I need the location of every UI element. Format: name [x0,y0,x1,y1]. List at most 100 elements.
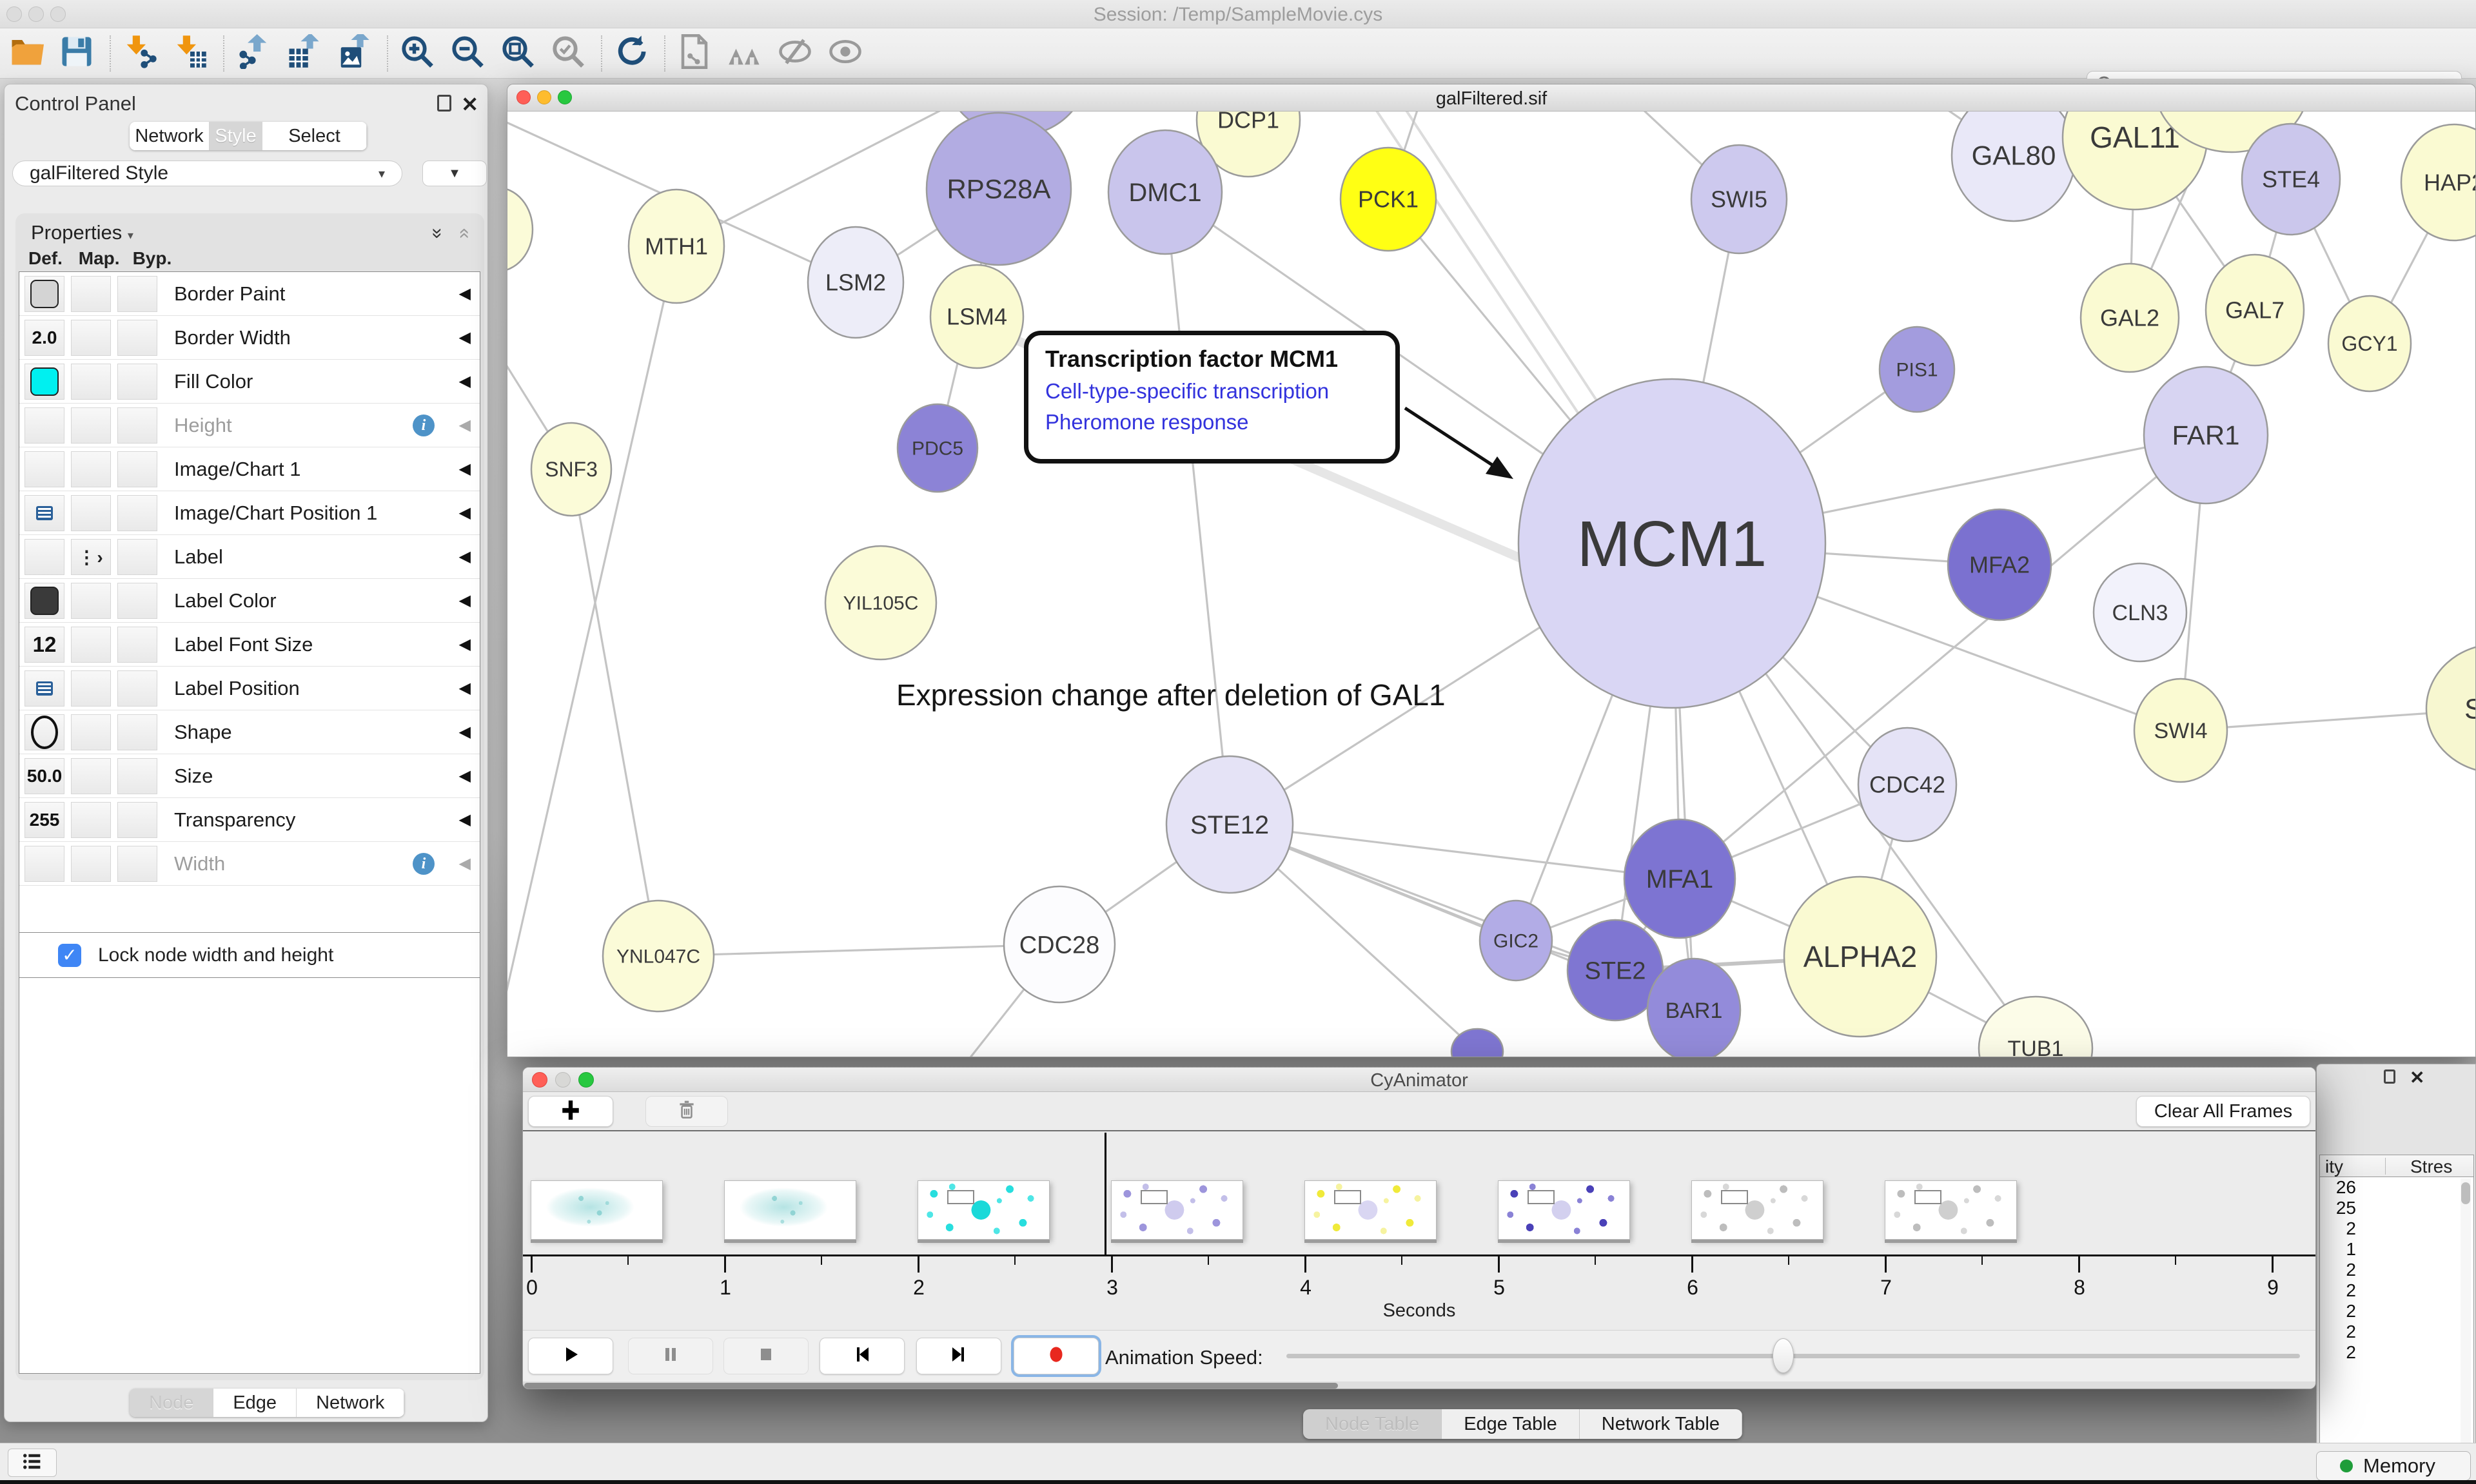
cell-byp[interactable] [117,451,157,487]
node-smallpurple[interactable] [1451,1029,1503,1057]
cell-def[interactable] [25,276,64,312]
cell-map[interactable] [71,364,111,400]
tab-select[interactable]: Select [262,122,367,150]
tab-edge-table[interactable]: Edge Table [1442,1409,1580,1439]
expand-row-icon[interactable]: ◀ [459,579,471,623]
zoom-selected-button[interactable] [548,34,588,73]
collapse-all-icon[interactable]: » [453,228,475,239]
frame-thumbnail-6[interactable] [1691,1180,1823,1240]
expand-row-icon[interactable]: ◀ [459,710,471,754]
cyanimator-titlebar[interactable]: CyAnimator [523,1068,2315,1092]
cell-byp[interactable] [117,802,157,838]
node-leftclip[interactable] [507,188,533,271]
add-frame-button[interactable] [528,1096,613,1127]
tab-network[interactable]: Network [130,122,210,150]
record-button[interactable] [1014,1338,1099,1374]
frame-thumbnail-1[interactable] [724,1180,856,1240]
first-neighbors-button[interactable] [725,34,765,73]
slider-handle[interactable] [1773,1338,1794,1373]
table-row[interactable]: 2 [2320,1342,2454,1363]
cell-byp[interactable] [117,276,157,312]
expand-row-icon[interactable]: ◀ [459,360,471,404]
timeline-scrollbar[interactable] [523,1381,2315,1389]
property-row-label[interactable]: ⋮›Label◀ [19,535,480,579]
cell-byp[interactable] [117,758,157,794]
cell-map[interactable] [71,276,111,312]
cell-byp[interactable] [117,407,157,444]
hide-selected-button[interactable] [775,34,815,73]
expand-row-icon[interactable]: ◀ [459,842,471,886]
style-options-button[interactable]: ▼ [422,161,487,186]
property-row-width[interactable]: Widthi◀ [19,842,480,886]
cell-map[interactable] [71,583,111,619]
export-network-button[interactable] [233,34,273,73]
expand-row-icon[interactable]: ◀ [459,272,471,316]
annotation-box[interactable]: Transcription factor MCM1 Cell-type-spec… [1024,331,1400,464]
zoom-out-button[interactable] [447,34,487,73]
float-panel-icon[interactable] [2384,1069,2395,1084]
stop-button[interactable] [723,1338,809,1374]
cell-byp[interactable] [117,627,157,663]
table-row[interactable]: 2 [2320,1280,2454,1301]
cell-def[interactable] [25,364,64,400]
info-icon[interactable]: i [413,853,435,875]
refresh-view-button[interactable] [611,34,651,73]
cell-def[interactable]: 50.0 [25,758,64,794]
close-panel-icon[interactable]: ✕ [461,92,478,117]
expand-row-icon[interactable]: ◀ [459,535,471,579]
property-row-border-paint[interactable]: Border Paint◀ [19,272,480,316]
cell-byp[interactable] [117,714,157,750]
frame-thumbnail-7[interactable] [1885,1180,2017,1240]
expand-row-icon[interactable]: ◀ [459,404,471,447]
import-table-button[interactable] [170,34,210,73]
tab-node[interactable]: Node [130,1389,213,1417]
import-network-button[interactable] [120,34,160,73]
expand-row-icon[interactable]: ◀ [459,798,471,842]
expression-annotation[interactable]: Expression change after deletion of GAL1 [896,678,1446,712]
property-row-border-width[interactable]: 2.0Border Width◀ [19,316,480,360]
cell-map[interactable] [71,451,111,487]
property-row-image-chart-position-1[interactable]: Image/Chart Position 1◀ [19,491,480,535]
edge[interactable] [1165,192,1230,825]
node-table-header[interactable]: ity Stres [2320,1155,2473,1177]
cell-def[interactable]: 255 [25,802,64,838]
cell-def[interactable] [25,846,64,882]
table-row[interactable]: 26 [2320,1177,2454,1198]
expand-row-icon[interactable]: ◀ [459,754,471,798]
cell-def[interactable] [25,583,64,619]
zoom-fit-button[interactable] [498,34,538,73]
property-row-image-chart-1[interactable]: Image/Chart 1◀ [19,447,480,491]
cell-byp[interactable] [117,320,157,356]
cell-byp[interactable] [117,495,157,531]
clear-all-frames-button[interactable]: Clear All Frames [2136,1096,2310,1127]
expand-row-icon[interactable]: ◀ [459,623,471,667]
frame-thumbnail-5[interactable] [1498,1180,1630,1240]
network-canvas[interactable]: DCP1RPS28ADMC1PCK1SWI5GAL80GAL11STE4HAP2… [507,112,2476,1057]
property-row-label-font-size[interactable]: 12Label Font Size◀ [19,623,480,667]
tab-edge[interactable]: Edge [213,1389,297,1417]
properties-header[interactable]: Properties ▾ [31,221,133,244]
frame-thumbnail-3[interactable] [1111,1180,1243,1240]
export-table-button[interactable] [284,34,324,73]
skip-to-start-button[interactable] [820,1338,905,1374]
timeline[interactable]: 0123456789 Seconds [523,1131,2315,1330]
style-selector-dropdown[interactable]: galFiltered Style ▾ [12,161,402,186]
table-row[interactable]: 2 [2320,1322,2454,1342]
annotation-link-2[interactable]: Pheromone response [1045,410,1395,434]
table-row[interactable]: 25 [2320,1198,2454,1218]
cell-def[interactable] [25,495,64,531]
task-history-button[interactable] [8,1449,57,1477]
cell-def[interactable] [25,539,64,575]
show-all-button[interactable] [825,34,865,73]
delete-frame-button[interactable] [645,1096,728,1127]
lock-size-checkbox[interactable]: ✓ [58,944,81,967]
float-panel-icon[interactable] [437,95,451,112]
info-icon[interactable]: i [413,415,435,436]
pause-button[interactable] [628,1338,713,1374]
table-scrollbar[interactable] [2461,1178,2471,1444]
cell-byp[interactable] [117,583,157,619]
property-row-label-color[interactable]: Label Color◀ [19,579,480,623]
property-row-size[interactable]: 50.0Size◀ [19,754,480,798]
cell-map[interactable] [71,758,111,794]
property-row-height[interactable]: Heighti◀ [19,404,480,447]
